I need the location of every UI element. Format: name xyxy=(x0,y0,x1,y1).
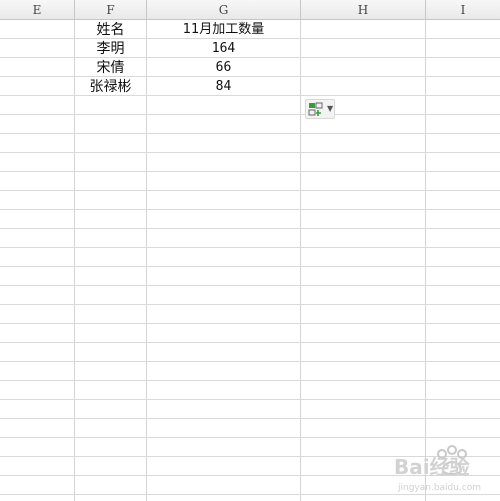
gridline-horizontal xyxy=(0,133,500,134)
baidu-jingyan-watermark: Bai经验 jingyan.baidu.com xyxy=(394,445,481,493)
gridline-horizontal xyxy=(0,228,500,229)
gridline-horizontal xyxy=(0,323,500,324)
column-header-row: E F G H I xyxy=(0,0,500,20)
gridline-horizontal xyxy=(0,247,500,248)
gridline-horizontal xyxy=(0,171,500,172)
cell-g-quantity[interactable]: 66 xyxy=(147,58,300,77)
cell-f-name[interactable]: 李明 xyxy=(75,39,146,58)
column-header-g[interactable]: G xyxy=(147,0,301,19)
watermark-text: Bai经验 xyxy=(394,455,470,479)
paste-options-icon xyxy=(308,102,323,116)
gridline-horizontal xyxy=(0,190,500,191)
gridline-horizontal xyxy=(0,380,500,381)
gridline-horizontal xyxy=(0,114,500,115)
cell-f-name-header[interactable]: 姓名 xyxy=(75,20,146,39)
column-header-e[interactable]: E xyxy=(0,0,75,19)
watermark-url: jingyan.baidu.com xyxy=(397,483,481,493)
gridline-horizontal xyxy=(0,418,500,419)
gridline-horizontal xyxy=(0,399,500,400)
gridline-horizontal xyxy=(0,437,500,438)
gridline-horizontal xyxy=(0,152,500,153)
gridline-vertical xyxy=(300,20,301,501)
cell-f-name[interactable]: 张禄彬 xyxy=(75,77,146,96)
gridline-horizontal xyxy=(0,342,500,343)
column-header-f[interactable]: F xyxy=(75,0,147,19)
gridline-horizontal xyxy=(0,304,500,305)
cell-g-quantity[interactable]: 164 xyxy=(147,39,300,58)
gridline-horizontal xyxy=(0,361,500,362)
spreadsheet-grid: E F G H I 姓名 11月加工数量 李明 164 宋倩 66 张禄彬 84… xyxy=(0,0,500,501)
cell-g-quantity[interactable]: 84 xyxy=(147,77,300,96)
gridline-horizontal xyxy=(0,285,500,286)
column-header-i[interactable]: I xyxy=(426,0,500,19)
triangle-down-icon[interactable]: ▼ xyxy=(327,104,333,113)
column-header-h[interactable]: H xyxy=(301,0,426,19)
gridline-horizontal xyxy=(0,266,500,267)
cell-g-quantity-header[interactable]: 11月加工数量 xyxy=(147,20,300,39)
cell-f-name[interactable]: 宋倩 xyxy=(75,58,146,77)
paste-options-button[interactable]: ▼ xyxy=(305,99,335,119)
gridline-vertical xyxy=(425,20,426,501)
gridline-horizontal xyxy=(0,209,500,210)
